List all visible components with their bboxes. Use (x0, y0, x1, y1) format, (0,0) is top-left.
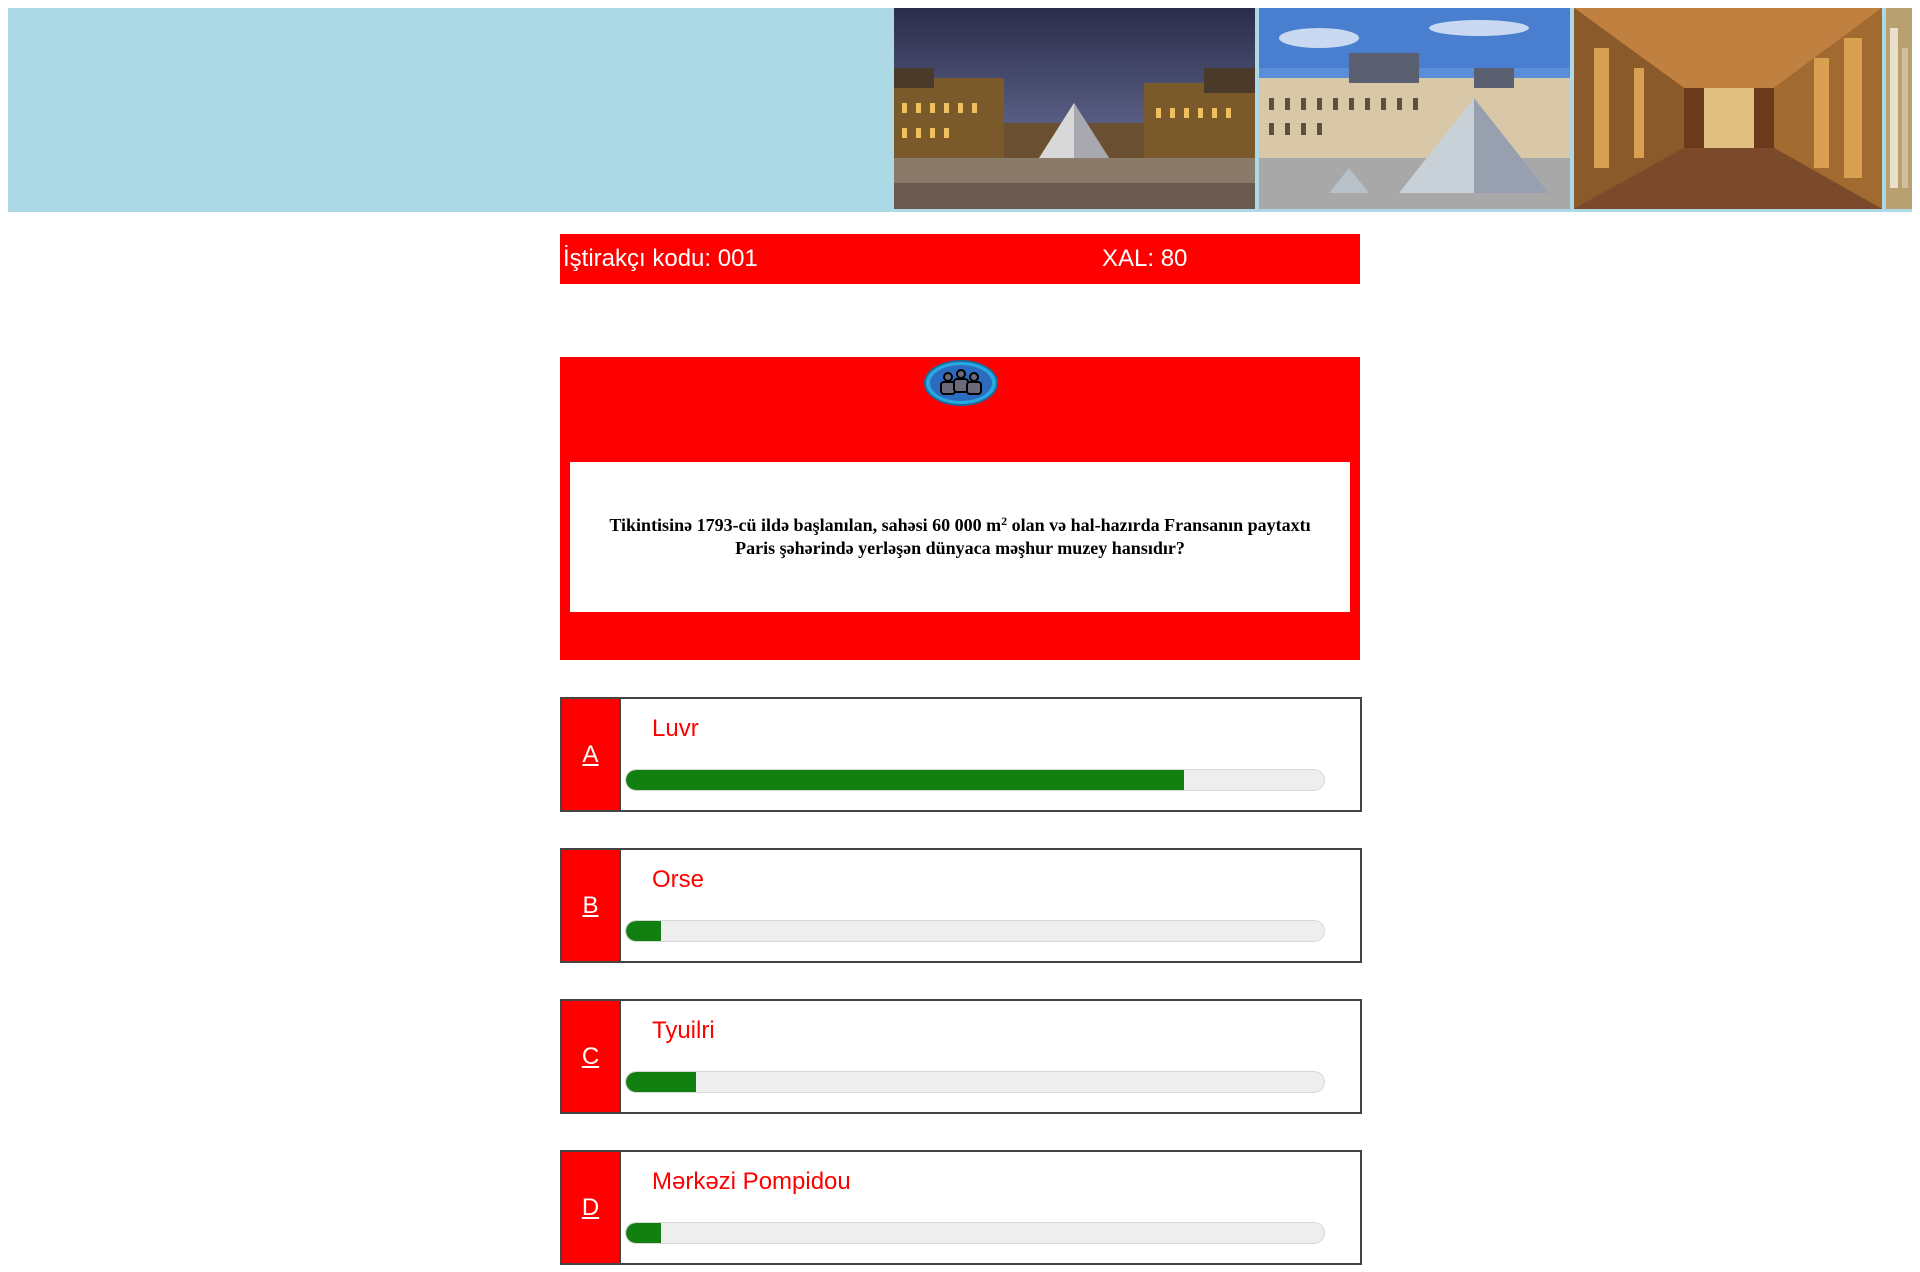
participant-code: İştirakçı kodu: 001 (563, 245, 758, 272)
answer-option-c[interactable]: C Tyuilri (560, 999, 1362, 1114)
audience-vote-bar-b (625, 920, 1325, 942)
answer-letter-c[interactable]: C (562, 1001, 621, 1112)
answer-text-b: Orse (652, 866, 705, 893)
answer-text-c: Tyuilri (652, 1017, 715, 1044)
question-text: Tikintisinə 1793-cü ildə başlanılan, sah… (609, 514, 1311, 558)
answer-letter-a[interactable]: A (562, 699, 621, 810)
answer-text-a: Luvr (652, 715, 699, 742)
answer-letter-d[interactable]: D (562, 1152, 621, 1263)
answer-option-b[interactable]: B Orse (560, 848, 1362, 963)
louvre-photo-partial (1886, 8, 1912, 209)
answer-option-d[interactable]: D Mərkəzi Pompidou (560, 1150, 1362, 1265)
audience-vote-fill-d (626, 1223, 661, 1243)
audience-vote-fill-a (626, 770, 1185, 790)
audience-icon[interactable] (924, 360, 998, 406)
question-box: Tikintisinə 1793-cü ildə başlanılan, sah… (570, 462, 1350, 612)
audience-vote-bar-c (625, 1071, 1325, 1093)
participant-info-bar: İştirakçı kodu: 001 XAL: 80 (560, 234, 1360, 284)
louvre-gallery-interior-photo (1574, 8, 1882, 209)
audience-vote-bar-d (625, 1222, 1325, 1244)
score-label: XAL: 80 (1102, 245, 1188, 272)
question-panel: Tikintisinə 1793-cü ildə başlanılan, sah… (560, 357, 1360, 660)
louvre-pyramid-night-photo (894, 8, 1255, 209)
answer-letter-b[interactable]: B (562, 850, 621, 961)
answer-text-d: Mərkəzi Pompidou (652, 1168, 851, 1195)
header-banner (8, 8, 1912, 212)
audience-vote-fill-b (626, 921, 661, 941)
answer-option-a[interactable]: A Luvr (560, 697, 1362, 812)
audience-vote-bar-a (625, 769, 1325, 791)
louvre-pyramid-day-photo (1259, 8, 1570, 209)
audience-vote-fill-c (626, 1072, 696, 1092)
